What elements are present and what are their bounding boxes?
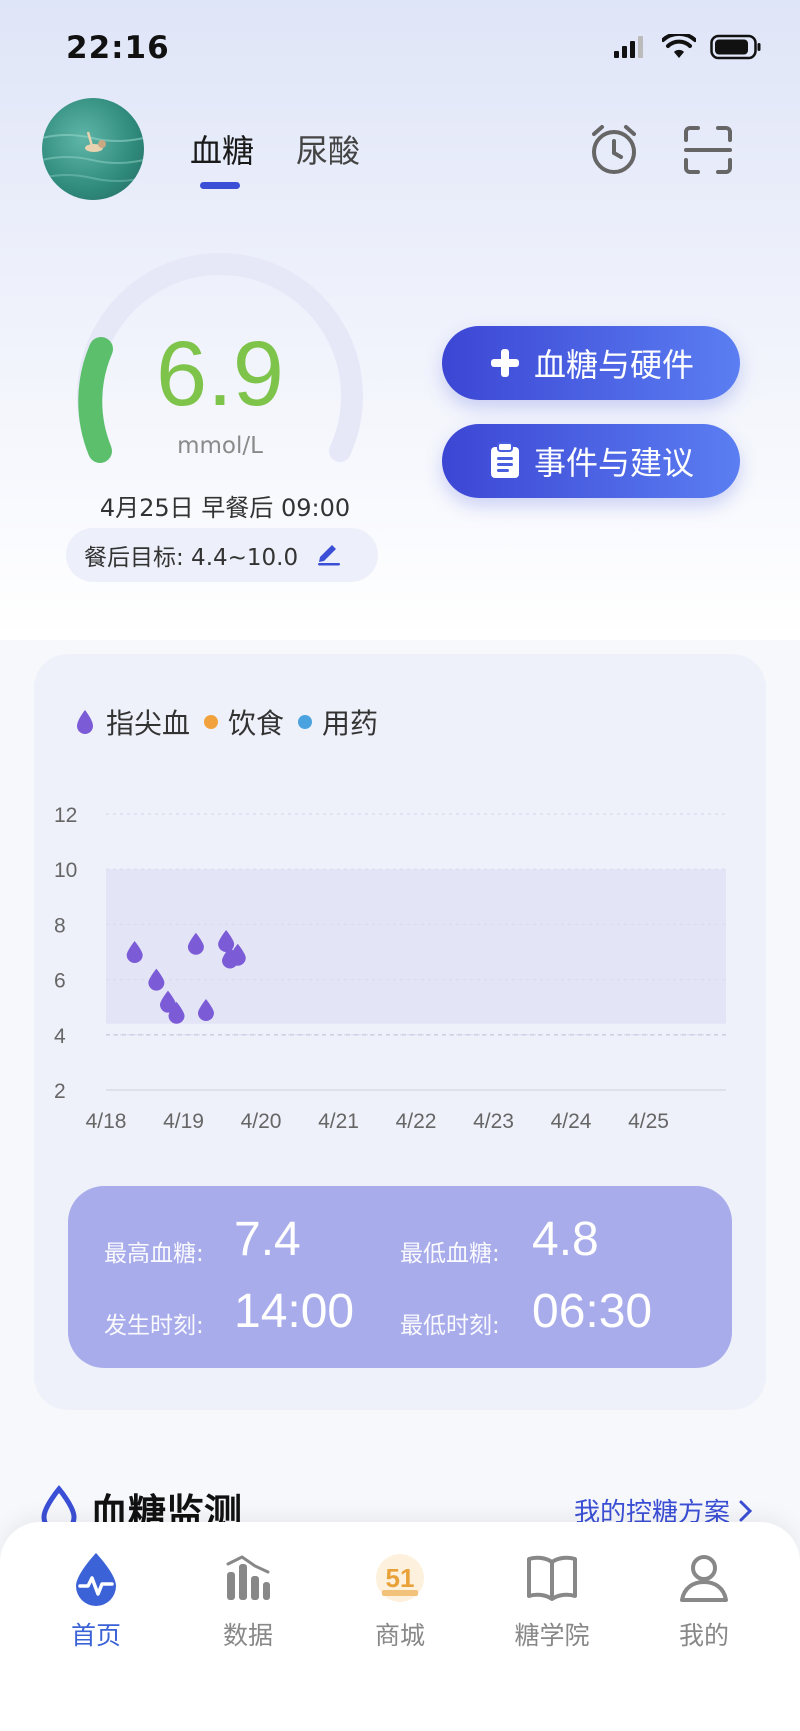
x-tick-label: 4/25 bbox=[628, 1110, 669, 1133]
home-drop-icon bbox=[76, 1553, 116, 1606]
x-tick-label: 4/18 bbox=[86, 1110, 127, 1133]
edit-pencil-icon bbox=[318, 545, 341, 566]
clipboard-icon bbox=[490, 442, 519, 478]
x-tick-label: 4/19 bbox=[163, 1110, 204, 1133]
book-icon bbox=[527, 1555, 577, 1601]
diet-dot-icon bbox=[204, 715, 219, 729]
target-range-pill[interactable]: 餐后目标: 4.4~10.0 bbox=[66, 528, 378, 582]
user-icon bbox=[680, 1555, 728, 1602]
max-time-value: 14:00 bbox=[234, 1285, 355, 1338]
medication-dot-icon bbox=[298, 715, 313, 729]
data-chart-icon bbox=[226, 1555, 270, 1600]
min-time-label: 最低时刻: bbox=[400, 1313, 500, 1339]
legend-label-medication: 用药 bbox=[322, 707, 379, 740]
blood-drop-icon bbox=[77, 710, 93, 734]
glucose-hardware-button[interactable]: 血糖与硬件 bbox=[442, 326, 740, 400]
tabbar-label-me: 我的 bbox=[678, 1621, 729, 1650]
legend-item-fingertip[interactable]: 指尖血 bbox=[74, 702, 190, 742]
tabbar-item-academy[interactable]: 糖学院 bbox=[492, 1550, 612, 1652]
max-glucose-label: 最高血糖: bbox=[104, 1241, 204, 1267]
y-tick-label: 10 bbox=[54, 859, 77, 882]
top-header: 血糖 尿酸 bbox=[0, 96, 800, 206]
tabbar-item-data[interactable]: 数据 bbox=[188, 1550, 308, 1652]
status-bar: 22:16 bbox=[0, 0, 800, 100]
battery-icon bbox=[710, 34, 761, 60]
edit-target-button[interactable] bbox=[314, 537, 344, 573]
x-tick-label: 4/24 bbox=[551, 1110, 592, 1133]
tab-uric-acid[interactable]: 尿酸 bbox=[296, 126, 360, 172]
avatar-photo-icon bbox=[42, 131, 144, 182]
active-tab-indicator bbox=[200, 182, 240, 189]
wifi-icon bbox=[662, 34, 696, 58]
tabbar-label-mall: 商城 bbox=[374, 1621, 425, 1650]
tabbar-label-academy: 糖学院 bbox=[514, 1621, 590, 1650]
reading-time: 4月25日 早餐后 09:00 bbox=[99, 494, 351, 522]
alarm-clock-icon bbox=[592, 125, 636, 174]
scan-icon bbox=[684, 126, 732, 174]
alarm-button[interactable] bbox=[586, 122, 642, 178]
chevron-right-icon bbox=[739, 1500, 753, 1521]
cellular-signal-icon bbox=[614, 36, 643, 58]
tabbar-label-home: 首页 bbox=[70, 1621, 121, 1650]
status-time: 22:16 bbox=[66, 30, 170, 66]
y-tick-label: 4 bbox=[54, 1025, 66, 1048]
target-range-label: 餐后目标: 4.4~10.0 bbox=[84, 545, 299, 571]
y-tick-label: 12 bbox=[54, 804, 77, 827]
avatar[interactable] bbox=[42, 98, 144, 200]
glucose-value: 6.9 bbox=[156, 323, 284, 425]
plus-icon bbox=[490, 349, 519, 377]
legend-item-diet[interactable]: 饮食 bbox=[204, 702, 284, 742]
x-tick-label: 4/21 bbox=[318, 1110, 359, 1133]
x-tick-label: 4/22 bbox=[396, 1110, 437, 1133]
legend-item-medication[interactable]: 用药 bbox=[298, 702, 378, 742]
stats-panel: 最高血糖: 7.4 最低血糖: 4.8 发生时刻: 14:00 最低时刻: 06… bbox=[68, 1186, 732, 1368]
min-time-value: 06:30 bbox=[532, 1285, 653, 1338]
max-glucose-value: 7.4 bbox=[234, 1213, 301, 1266]
min-glucose-label: 最低血糖: bbox=[400, 1241, 500, 1267]
glucose-unit: mmol/L bbox=[177, 433, 263, 459]
tabbar-item-me[interactable]: 我的 bbox=[644, 1550, 764, 1652]
events-advice-label: 事件与建议 bbox=[533, 444, 694, 482]
tabbar-item-mall[interactable]: 51 商城 bbox=[340, 1550, 460, 1652]
scan-button[interactable] bbox=[680, 122, 736, 178]
x-tick-label: 4/20 bbox=[241, 1110, 282, 1133]
chart-legend: 指尖血 饮食 用药 bbox=[74, 702, 392, 742]
y-tick-label: 8 bbox=[54, 914, 66, 937]
y-tick-label: 2 bbox=[54, 1080, 66, 1103]
bottom-tab-bar: 首页 数据 51 商城 糖学院 我的 bbox=[0, 1522, 800, 1731]
x-tick-label: 4/23 bbox=[473, 1110, 514, 1133]
glucose-scatter-chart: 12 10 8 6 4 2 4/18 4/19 4/20 4/21 4/22 4/23 4/24 4/25 bbox=[54, 804, 726, 1133]
events-advice-button[interactable]: 事件与建议 bbox=[442, 424, 740, 498]
tabbar-item-home[interactable]: 首页 bbox=[36, 1550, 156, 1652]
legend-label-fingertip: 指尖血 bbox=[106, 707, 191, 740]
y-tick-label: 6 bbox=[54, 970, 66, 993]
svg-text:51: 51 bbox=[386, 1563, 415, 1593]
max-time-label: 发生时刻: bbox=[104, 1313, 204, 1339]
legend-label-diet: 饮食 bbox=[228, 707, 285, 740]
glucose-hardware-label: 血糖与硬件 bbox=[533, 346, 694, 384]
min-glucose-value: 4.8 bbox=[532, 1213, 599, 1266]
mall-51-icon: 51 bbox=[376, 1554, 424, 1602]
tab-blood-glucose[interactable]: 血糖 bbox=[190, 126, 254, 172]
tabbar-label-data: 数据 bbox=[222, 1621, 273, 1650]
